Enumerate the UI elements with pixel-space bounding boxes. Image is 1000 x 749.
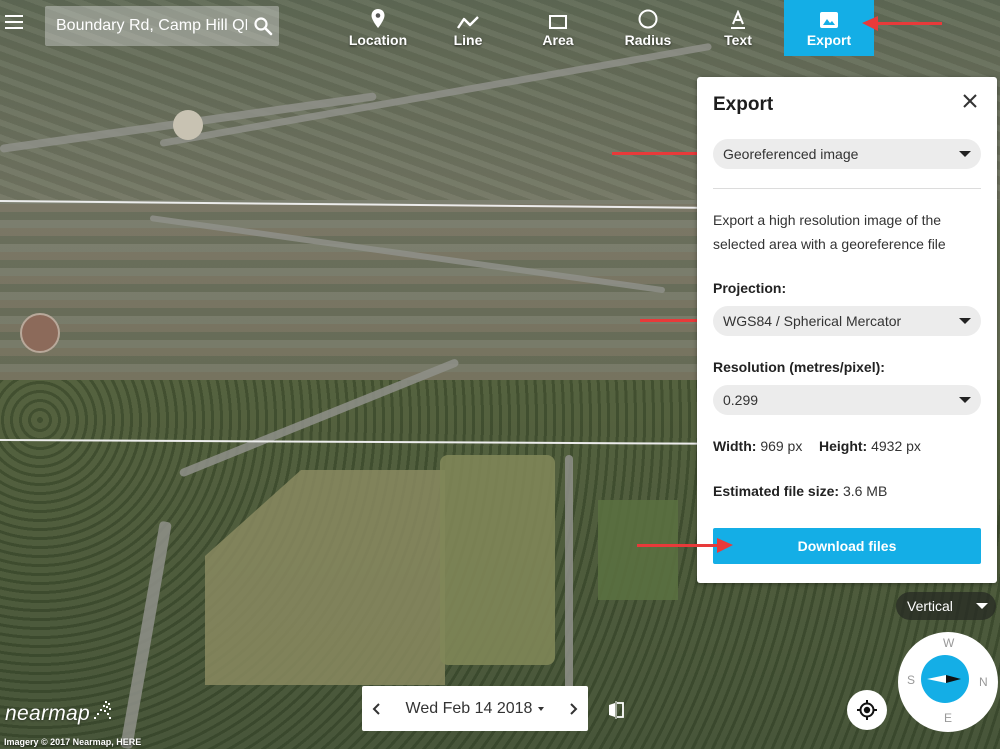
map-suburb-area-selected	[0, 200, 700, 380]
logo-text: nearmap	[5, 702, 90, 725]
height-value: 4932 px	[871, 438, 921, 454]
resolution-select[interactable]: 0.299	[713, 385, 981, 415]
logo-mark-icon	[93, 701, 111, 719]
tool-label: Line	[453, 32, 483, 48]
annotation-arrow	[640, 313, 716, 328]
height-info: Height: 4932 px	[819, 438, 921, 454]
export-format-value: Georeferenced image	[723, 146, 859, 162]
location-pin-icon	[370, 0, 386, 30]
image-export-icon	[819, 0, 839, 30]
circle-radius-icon	[637, 0, 659, 30]
compare-split-view-icon[interactable]	[603, 697, 629, 723]
compass-north-label: N	[979, 675, 988, 689]
width-value: 969 px	[760, 438, 803, 454]
file-size-value: 3.6 MB	[842, 483, 888, 499]
line-icon	[456, 0, 480, 30]
chevron-right-icon[interactable]	[558, 686, 588, 731]
chevron-left-icon[interactable]	[362, 686, 392, 731]
tool-line[interactable]: Line	[423, 0, 513, 56]
compass-east-label: E	[944, 711, 953, 725]
map-sports-field	[598, 500, 678, 600]
map-road	[565, 455, 573, 705]
map-water-tank	[20, 313, 60, 353]
annotation-arrow	[637, 538, 733, 553]
search-icon[interactable]	[247, 10, 279, 42]
crosshair-icon	[857, 700, 877, 720]
resolution-label: Resolution (metres/pixel):	[713, 359, 885, 375]
tool-location[interactable]: Location	[333, 0, 423, 56]
map-sports-field	[440, 455, 555, 665]
export-description: Export a high resolution image of the se…	[713, 212, 946, 252]
map-water-tank	[173, 110, 203, 140]
file-size-info: Estimated file size: 3.6 MB	[713, 483, 887, 499]
chevron-down-icon	[959, 397, 971, 403]
export-panel-title: Export	[713, 94, 774, 115]
text-icon	[730, 0, 746, 30]
locate-me-button[interactable]	[847, 690, 887, 730]
chevron-down-icon	[959, 151, 971, 157]
tool-area[interactable]: Area	[513, 0, 603, 56]
tool-export[interactable]: Export	[784, 0, 874, 56]
resolution-value: 0.299	[723, 392, 759, 408]
compass[interactable]: W S N E	[898, 632, 998, 732]
width-info: Width: 969 px	[713, 438, 802, 454]
tool-radius[interactable]: Radius	[603, 0, 693, 56]
compass-needle-icon	[927, 675, 961, 683]
date-navigator: Wed Feb 14 2018	[362, 686, 588, 731]
annotation-arrow	[612, 146, 716, 161]
file-size-label: Estimated file size:	[713, 483, 840, 499]
compass-west-label: W	[943, 636, 955, 650]
annotation-arrow	[862, 16, 942, 31]
height-label: Height:	[819, 438, 868, 454]
divider	[713, 188, 981, 189]
nearmap-logo: nearmap	[5, 700, 113, 726]
date-select[interactable]: Wed Feb 14 2018	[392, 700, 558, 718]
view-mode-value: Vertical	[907, 598, 953, 614]
tool-label: Area	[542, 32, 574, 48]
compass-south-label: S	[907, 673, 916, 687]
export-format-select[interactable]: Georeferenced image	[713, 139, 981, 169]
tool-label: Export	[806, 32, 852, 48]
date-value: Wed Feb 14 2018	[405, 699, 533, 717]
hamburger-menu-icon[interactable]	[5, 15, 23, 31]
export-panel: Export Georeferenced image Export a high…	[697, 77, 997, 583]
view-mode-select[interactable]: Vertical	[896, 592, 996, 620]
imagery-attribution: Imagery © 2017 Nearmap, HERE	[4, 737, 142, 747]
tool-label: Location	[348, 32, 408, 48]
width-label: Width:	[713, 438, 757, 454]
projection-label: Projection:	[713, 280, 787, 296]
chevron-down-icon	[976, 603, 988, 609]
projection-value: WGS84 / Spherical Mercator	[723, 313, 902, 329]
tool-text[interactable]: Text	[693, 0, 783, 56]
rectangle-area-icon	[548, 0, 568, 30]
compass-dial[interactable]	[921, 655, 969, 703]
close-icon[interactable]	[959, 90, 981, 112]
caret-down-icon	[538, 706, 545, 711]
projection-select[interactable]: WGS84 / Spherical Mercator	[713, 306, 981, 336]
search-bar	[45, 6, 279, 46]
search-input[interactable]	[45, 17, 247, 35]
download-files-button[interactable]: Download files	[713, 528, 981, 564]
tool-label: Radius	[624, 32, 672, 48]
chevron-down-icon	[959, 318, 971, 324]
tool-label: Text	[724, 32, 752, 48]
